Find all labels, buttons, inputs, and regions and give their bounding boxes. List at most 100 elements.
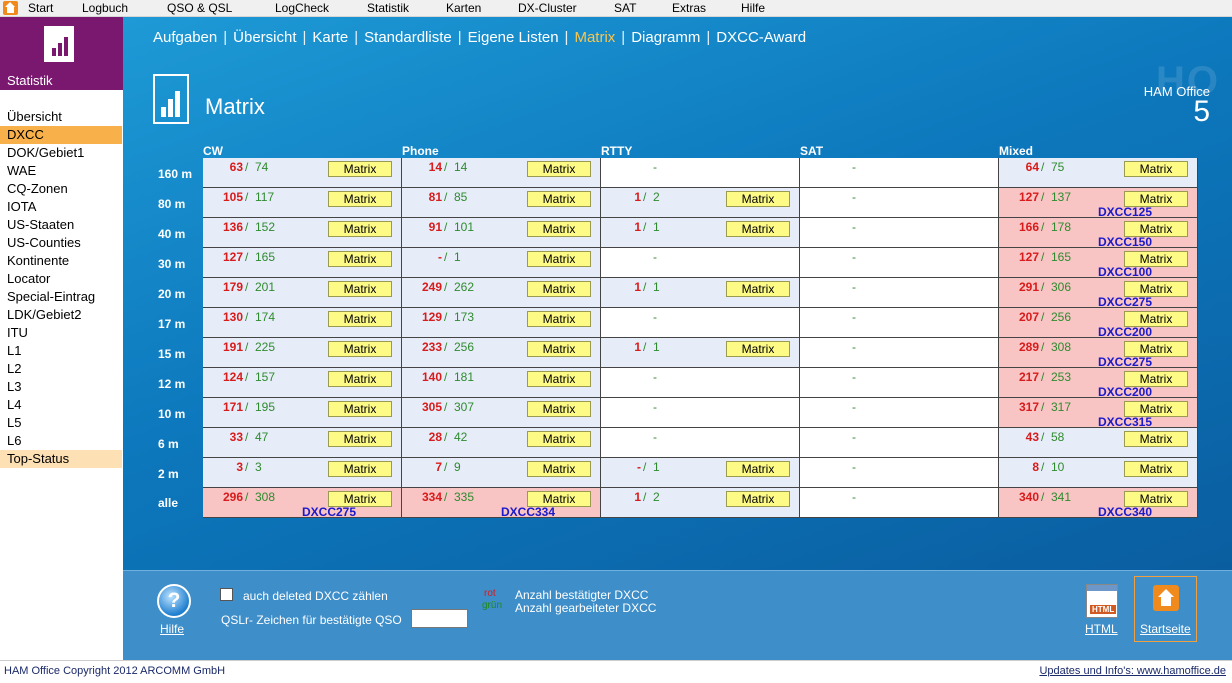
- award-label: DXCC340: [1097, 505, 1153, 519]
- nav-karte[interactable]: Karte: [312, 29, 348, 46]
- confirmed-count: 7: [435, 460, 442, 474]
- sidebar-item[interactable]: L5: [0, 414, 122, 432]
- matrix-button[interactable]: Matrix: [328, 281, 392, 297]
- help-link[interactable]: Hilfe: [160, 622, 184, 636]
- matrix-button[interactable]: Matrix: [527, 221, 591, 237]
- sidebar-item[interactable]: L3: [0, 378, 122, 396]
- matrix-button[interactable]: Matrix: [726, 461, 790, 477]
- confirmed-count: 1: [634, 190, 641, 204]
- sidebar-item[interactable]: IOTA: [0, 198, 122, 216]
- worked-count: 2: [653, 490, 660, 504]
- matrix-button[interactable]: Matrix: [527, 401, 591, 417]
- matrix-button[interactable]: Matrix: [726, 221, 790, 237]
- deleted-dxcc-checkbox[interactable]: [220, 588, 233, 601]
- qsl-mark-input[interactable]: [411, 609, 468, 628]
- empty-cell-dash: -: [852, 250, 856, 264]
- matrix-button[interactable]: Matrix: [328, 401, 392, 417]
- deleted-dxcc-label: auch deleted DXCC zählen: [243, 589, 388, 603]
- matrix-button[interactable]: Matrix: [527, 371, 591, 387]
- menu-dx-cluster[interactable]: DX-Cluster: [518, 1, 577, 15]
- matrix-button[interactable]: Matrix: [328, 311, 392, 327]
- statistics-icon: [44, 26, 74, 62]
- sidebar-item[interactable]: Übersicht: [0, 108, 122, 126]
- home-icon[interactable]: [3, 1, 18, 15]
- matrix-button[interactable]: Matrix: [328, 461, 392, 477]
- worked-count: 137: [1051, 190, 1072, 204]
- matrix-button[interactable]: Matrix: [1124, 431, 1188, 447]
- matrix-button[interactable]: Matrix: [328, 431, 392, 447]
- matrix-button[interactable]: Matrix: [527, 161, 591, 177]
- menu-hilfe[interactable]: Hilfe: [741, 1, 765, 15]
- nav-standardliste[interactable]: Standardliste: [364, 29, 452, 46]
- worked-count: 9: [454, 460, 461, 474]
- nav-dxcc-award[interactable]: DXCC-Award: [716, 29, 806, 46]
- matrix-cell: 291/306 Matrix DXCC275: [999, 278, 1198, 309]
- matrix-button[interactable]: Matrix: [527, 431, 591, 447]
- sidebar-item[interactable]: WAE: [0, 162, 122, 180]
- sidebar-item[interactable]: L1: [0, 342, 122, 360]
- sidebar-item[interactable]: DXCC: [0, 126, 122, 144]
- sidebar-item[interactable]: LDK/Gebiet2: [0, 306, 122, 324]
- nav-eigene-listen[interactable]: Eigene Listen: [468, 29, 559, 46]
- matrix-button[interactable]: Matrix: [726, 491, 790, 507]
- count-separator: /: [444, 430, 448, 444]
- worked-count: 42: [454, 430, 468, 444]
- matrix-button[interactable]: Matrix: [527, 251, 591, 267]
- matrix-button[interactable]: Matrix: [527, 311, 591, 327]
- sidebar-item[interactable]: Special-Eintrag: [0, 288, 122, 306]
- html-export-icon[interactable]: HTML: [1086, 584, 1118, 618]
- menu-logbuch[interactable]: Logbuch: [82, 1, 128, 15]
- matrix-button[interactable]: Matrix: [328, 221, 392, 237]
- worked-count: 3: [255, 460, 262, 474]
- sidebar-item[interactable]: Kontinente: [0, 252, 122, 270]
- html-export-link[interactable]: HTML: [1085, 622, 1118, 636]
- sidebar-item[interactable]: Top-Status: [0, 450, 122, 468]
- nav-matrix[interactable]: Matrix: [574, 29, 615, 46]
- sidebar-item[interactable]: US-Staaten: [0, 216, 122, 234]
- menu-statistik[interactable]: Statistik: [367, 1, 409, 15]
- menu-start[interactable]: Start: [28, 1, 53, 15]
- menu-qso-qsl[interactable]: QSO & QSL: [167, 1, 232, 15]
- menu-karten[interactable]: Karten: [446, 1, 481, 15]
- nav-aufgaben[interactable]: Aufgaben: [153, 29, 217, 46]
- matrix-button[interactable]: Matrix: [328, 251, 392, 267]
- matrix-button[interactable]: Matrix: [328, 191, 392, 207]
- band-label: 160 m: [158, 167, 193, 181]
- updates-link[interactable]: Updates und Info's: www.hamoffice.de: [1039, 665, 1226, 677]
- sidebar-item[interactable]: CQ-Zonen: [0, 180, 122, 198]
- sidebar-item[interactable]: DOK/Gebiet1: [0, 144, 122, 162]
- matrix-button[interactable]: Matrix: [328, 341, 392, 357]
- matrix-cell: 7/ 9 Matrix: [402, 458, 601, 488]
- sidebar-item[interactable]: US-Counties: [0, 234, 122, 252]
- worked-count: 225: [255, 340, 276, 354]
- sidebar-item[interactable]: L2: [0, 360, 122, 378]
- nav-diagramm[interactable]: Diagramm: [631, 29, 700, 46]
- nav--bersicht[interactable]: Übersicht: [233, 29, 296, 46]
- matrix-button[interactable]: Matrix: [527, 341, 591, 357]
- confirmed-count: 127: [222, 250, 243, 264]
- matrix-button[interactable]: Matrix: [726, 191, 790, 207]
- matrix-button[interactable]: Matrix: [726, 281, 790, 297]
- matrix-button[interactable]: Matrix: [328, 161, 392, 177]
- menu-logcheck[interactable]: LogCheck: [275, 1, 329, 15]
- award-label: DXCC315: [1097, 415, 1153, 429]
- matrix-button[interactable]: Matrix: [726, 341, 790, 357]
- matrix-button[interactable]: Matrix: [527, 281, 591, 297]
- matrix-button[interactable]: Matrix: [328, 371, 392, 387]
- sidebar-item[interactable]: L6: [0, 432, 122, 450]
- worked-count: 14: [454, 160, 468, 174]
- empty-cell-dash: -: [852, 340, 856, 354]
- sidebar-item[interactable]: Locator: [0, 270, 122, 288]
- confirmed-count: 130: [222, 310, 243, 324]
- startseite-button[interactable]: Startseite: [1134, 576, 1197, 642]
- band-label: 20 m: [158, 287, 186, 301]
- help-icon[interactable]: ?: [157, 584, 191, 618]
- matrix-button[interactable]: Matrix: [527, 191, 591, 207]
- matrix-button[interactable]: Matrix: [1124, 161, 1188, 177]
- menu-extras[interactable]: Extras: [672, 1, 706, 15]
- matrix-button[interactable]: Matrix: [1124, 461, 1188, 477]
- sidebar-item[interactable]: ITU: [0, 324, 122, 342]
- matrix-button[interactable]: Matrix: [527, 461, 591, 477]
- menu-sat[interactable]: SAT: [614, 1, 636, 15]
- sidebar-item[interactable]: L4: [0, 396, 122, 414]
